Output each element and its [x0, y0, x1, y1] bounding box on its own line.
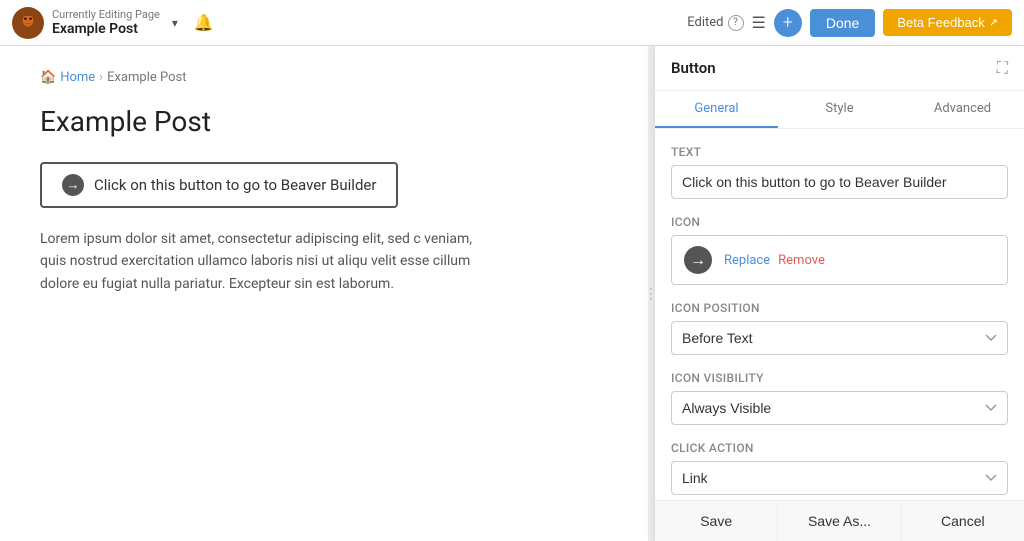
maximize-icon[interactable]: ⛶	[997, 58, 1008, 78]
page-body-text: Lorem ipsum dolor sit amet, consectetur …	[40, 228, 500, 295]
topbar-subtitle: Currently Editing Page	[52, 8, 160, 21]
breadcrumb-sep: ›	[99, 70, 103, 85]
panel-footer: Save Save As... Cancel	[655, 500, 1024, 541]
cancel-button[interactable]: Cancel	[902, 501, 1024, 541]
topbar-title-group: Currently Editing Page Example Post	[52, 8, 160, 37]
breadcrumb: 🏠 Home › Example Post	[40, 70, 608, 85]
icon-preview: →	[684, 246, 712, 274]
icon-remove-link[interactable]: Remove	[778, 253, 825, 268]
topbar-chevron-icon[interactable]: ▾	[172, 16, 178, 30]
avatar	[12, 7, 44, 39]
page-content: 🏠 Home › Example Post Example Post Click…	[0, 46, 648, 541]
icon-actions: Replace Remove	[724, 253, 825, 268]
panel-tabs: General Style Advanced	[655, 91, 1024, 129]
click-action-label: Click Action	[671, 441, 1008, 455]
icon-replace-link[interactable]: Replace	[724, 253, 770, 268]
edited-label: Edited ?	[687, 15, 743, 31]
icon-position-group: Icon Position Before Text After Text	[671, 301, 1008, 355]
text-field-label: Text	[671, 145, 1008, 159]
icon-field-group: Icon → Replace Remove	[671, 215, 1008, 285]
icon-position-select[interactable]: Before Text After Text	[671, 321, 1008, 355]
icon-field: → Replace Remove	[671, 235, 1008, 285]
panel-header: Button ⛶	[655, 46, 1024, 91]
add-button[interactable]: +	[774, 9, 802, 37]
breadcrumb-home[interactable]: Home	[60, 70, 95, 85]
icon-visibility-group: Icon Visibility Always Visible Hide Unti…	[671, 371, 1008, 425]
topbar: Currently Editing Page Example Post ▾ 🔔 …	[0, 0, 1024, 46]
tab-general[interactable]: General	[655, 91, 778, 128]
tab-advanced[interactable]: Advanced	[901, 91, 1024, 128]
page-area: 🏠 Home › Example Post Example Post Click…	[0, 46, 1024, 541]
beaver-builder-button[interactable]: Click on this button to go to Beaver Bui…	[40, 162, 398, 208]
beta-feedback-button[interactable]: Beta Feedback ↗	[883, 9, 1012, 36]
bell-icon[interactable]: 🔔	[194, 13, 214, 32]
save-button[interactable]: Save	[655, 501, 778, 541]
tab-style[interactable]: Style	[778, 91, 901, 128]
icon-position-label: Icon Position	[671, 301, 1008, 315]
settings-panel: Button ⛶ General Style Advanced Text Ico…	[654, 46, 1024, 541]
bb-button-label: Click on this button to go to Beaver Bui…	[94, 176, 376, 194]
click-action-select[interactable]: Link Lightbox	[671, 461, 1008, 495]
page-title: Example Post	[40, 105, 608, 138]
text-field-group: Text	[671, 145, 1008, 199]
bb-button-arrow-icon	[62, 174, 84, 196]
done-button[interactable]: Done	[810, 9, 875, 37]
save-as-button[interactable]: Save As...	[778, 501, 901, 541]
icon-visibility-select[interactable]: Always Visible Hide Until Hover	[671, 391, 1008, 425]
icon-field-label: Icon	[671, 215, 1008, 229]
panel-title: Button	[671, 59, 716, 77]
edited-help-icon[interactable]: ?	[728, 15, 744, 31]
menu-icon[interactable]: ☰	[752, 13, 766, 32]
topbar-right: Edited ? ☰ + Done Beta Feedback ↗	[687, 9, 1012, 37]
breadcrumb-current: Example Post	[107, 70, 186, 85]
home-icon: 🏠	[40, 70, 56, 85]
panel-body: Text Icon → Replace Remove Icon Position	[655, 129, 1024, 500]
topbar-title: Example Post	[52, 21, 160, 37]
text-input[interactable]	[671, 165, 1008, 199]
external-link-icon: ↗	[989, 16, 998, 29]
topbar-left: Currently Editing Page Example Post ▾ 🔔	[12, 7, 214, 39]
click-action-group: Click Action Link Lightbox	[671, 441, 1008, 495]
icon-visibility-label: Icon Visibility	[671, 371, 1008, 385]
